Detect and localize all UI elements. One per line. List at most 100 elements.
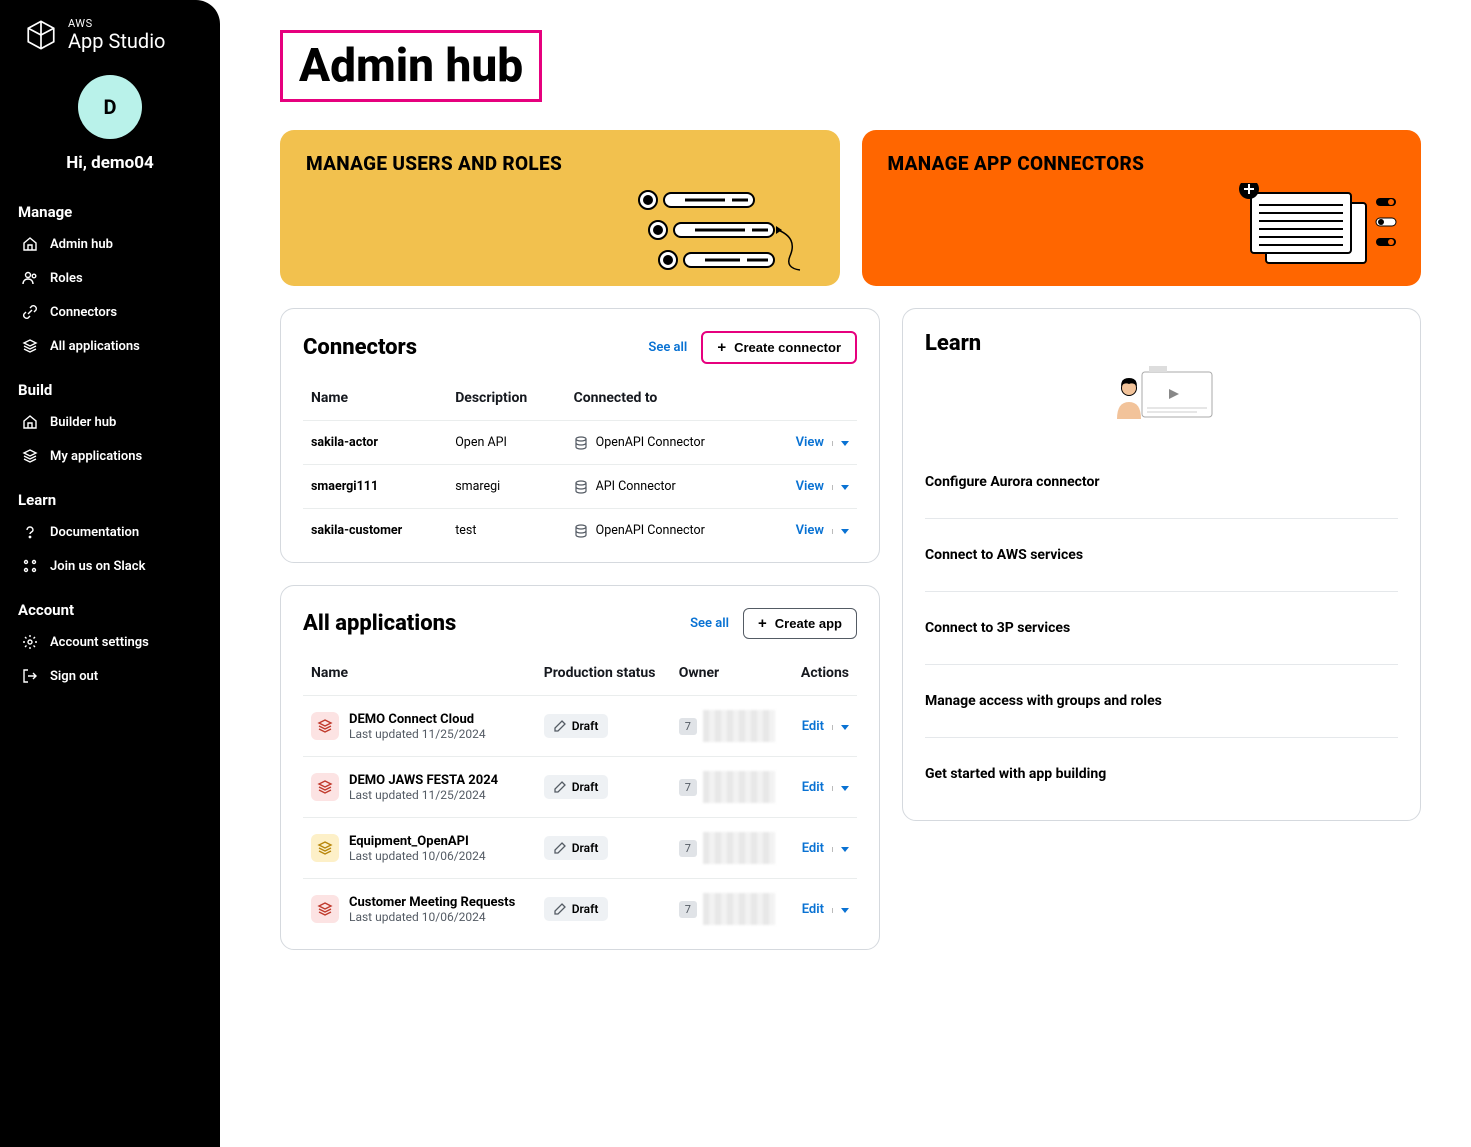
learn-item[interactable]: Connect to 3P services <box>925 591 1398 664</box>
apps-title: All applications <box>303 611 456 636</box>
nav-sign-out[interactable]: Sign out <box>0 659 220 693</box>
chevron-down-icon <box>841 725 849 730</box>
nav-builder-hub[interactable]: Builder hub <box>0 405 220 439</box>
nav-admin-hub[interactable]: Admin hub <box>0 227 220 261</box>
view-link[interactable]: View <box>796 523 824 538</box>
plus-icon: + <box>717 340 726 355</box>
conn-name: sakila-customer <box>303 509 447 553</box>
brand-big: App Studio <box>68 30 165 52</box>
logo: AWS App Studio <box>0 18 220 70</box>
learn-item[interactable]: Connect to AWS services <box>925 518 1398 591</box>
app-name[interactable]: Customer Meeting Requests <box>349 895 515 910</box>
app-name[interactable]: Equipment_OpenAPI <box>349 834 486 849</box>
dropdown-caret[interactable] <box>832 529 849 534</box>
learn-item[interactable]: Configure Aurora connector <box>925 454 1398 518</box>
nav-heading-learn: Learn <box>0 485 220 515</box>
database-icon <box>574 480 588 494</box>
learn-item[interactable]: Manage access with groups and roles <box>925 664 1398 737</box>
users-illustration <box>630 188 820 278</box>
apps-see-all[interactable]: See all <box>690 616 729 631</box>
home-icon <box>22 236 38 252</box>
table-row: smaergi111 smaregi API Connector View <box>303 465 857 509</box>
owner-count: 7 <box>679 840 697 857</box>
apps-table: Name Production status Owner Actions DEM… <box>303 655 857 939</box>
dropdown-caret[interactable] <box>832 847 849 852</box>
owner-redacted <box>703 893 775 925</box>
conn-desc: smaregi <box>447 465 565 509</box>
chevron-down-icon <box>841 529 849 534</box>
edit-link[interactable]: Edit <box>802 780 824 795</box>
nav-slack[interactable]: Join us on Slack <box>0 549 220 583</box>
database-icon <box>574 524 588 538</box>
main: Admin hub MANAGE USERS AND ROLES <box>220 0 1471 1147</box>
dropdown-caret[interactable] <box>832 441 849 446</box>
layers-icon <box>22 338 38 354</box>
chevron-down-icon <box>841 485 849 490</box>
nav-account-settings[interactable]: Account settings <box>0 625 220 659</box>
app-icon <box>311 834 339 862</box>
app-updated: Last updated 10/06/2024 <box>349 849 486 863</box>
col-conn: Connected to <box>566 380 764 421</box>
connectors-table: Name Description Connected to sakila-act… <box>303 380 857 552</box>
conn-to: API Connector <box>566 465 764 509</box>
card-manage-users[interactable]: MANAGE USERS AND ROLES <box>280 130 840 286</box>
layers-icon <box>22 448 38 464</box>
table-row: Equipment_OpenAPILast updated 10/06/2024… <box>303 818 857 879</box>
dropdown-caret[interactable] <box>832 908 849 913</box>
question-icon <box>22 524 38 540</box>
view-link[interactable]: View <box>796 479 824 494</box>
slack-icon <box>22 558 38 574</box>
create-connector-button[interactable]: + Create connector <box>701 331 857 364</box>
col-status: Production status <box>536 655 671 696</box>
table-row: sakila-customer test OpenAPI Connector V… <box>303 509 857 553</box>
learn-panel: Learn Configure Aurora <box>902 308 1421 821</box>
edit-link[interactable]: Edit <box>802 841 824 856</box>
nav-heading-manage: Manage <box>0 197 220 227</box>
sign-out-icon <box>22 668 38 684</box>
chevron-down-icon <box>841 908 849 913</box>
card-manage-connectors[interactable]: MANAGE APP CONNECTORS <box>862 130 1422 286</box>
connectors-illustration <box>1231 183 1401 278</box>
database-icon <box>574 436 588 450</box>
edit-link[interactable]: Edit <box>802 719 824 734</box>
app-updated: Last updated 10/06/2024 <box>349 910 515 924</box>
connectors-panel: Connectors See all + Create connector Na… <box>280 308 880 563</box>
nav-roles[interactable]: Roles <box>0 261 220 295</box>
owner-count: 7 <box>679 718 697 735</box>
app-icon <box>311 895 339 923</box>
learn-item[interactable]: Get started with app building <box>925 737 1398 810</box>
col-owner: Owner <box>671 655 790 696</box>
app-name[interactable]: DEMO JAWS FESTA 2024 <box>349 773 498 788</box>
create-app-button[interactable]: + Create app <box>743 608 857 639</box>
edit-icon <box>554 781 566 793</box>
avatar[interactable]: D <box>78 75 142 139</box>
app-studio-icon <box>24 18 58 52</box>
conn-desc: Open API <box>447 421 565 465</box>
owner-redacted <box>703 710 775 742</box>
app-updated: Last updated 11/25/2024 <box>349 788 498 802</box>
app-icon <box>311 712 339 740</box>
gear-icon <box>22 634 38 650</box>
learn-title: Learn <box>925 331 1398 356</box>
status-badge: Draft <box>544 714 609 738</box>
page-title: Admin hub <box>280 30 542 102</box>
nav-all-apps[interactable]: All applications <box>0 329 220 363</box>
view-link[interactable]: View <box>796 435 824 450</box>
conn-to: OpenAPI Connector <box>566 421 764 465</box>
conn-name: sakila-actor <box>303 421 447 465</box>
nav-my-apps[interactable]: My applications <box>0 439 220 473</box>
dropdown-caret[interactable] <box>832 725 849 730</box>
edit-icon <box>554 842 566 854</box>
dropdown-caret[interactable] <box>832 485 849 490</box>
edit-link[interactable]: Edit <box>802 902 824 917</box>
owner-count: 7 <box>679 901 697 918</box>
nav-connectors[interactable]: Connectors <box>0 295 220 329</box>
nav-documentation[interactable]: Documentation <box>0 515 220 549</box>
card-title: MANAGE APP CONNECTORS <box>888 152 1396 175</box>
dropdown-caret[interactable] <box>832 786 849 791</box>
edit-icon <box>554 720 566 732</box>
app-icon <box>311 773 339 801</box>
app-name[interactable]: DEMO Connect Cloud <box>349 712 486 727</box>
conn-to: OpenAPI Connector <box>566 509 764 553</box>
connectors-see-all[interactable]: See all <box>648 340 687 355</box>
